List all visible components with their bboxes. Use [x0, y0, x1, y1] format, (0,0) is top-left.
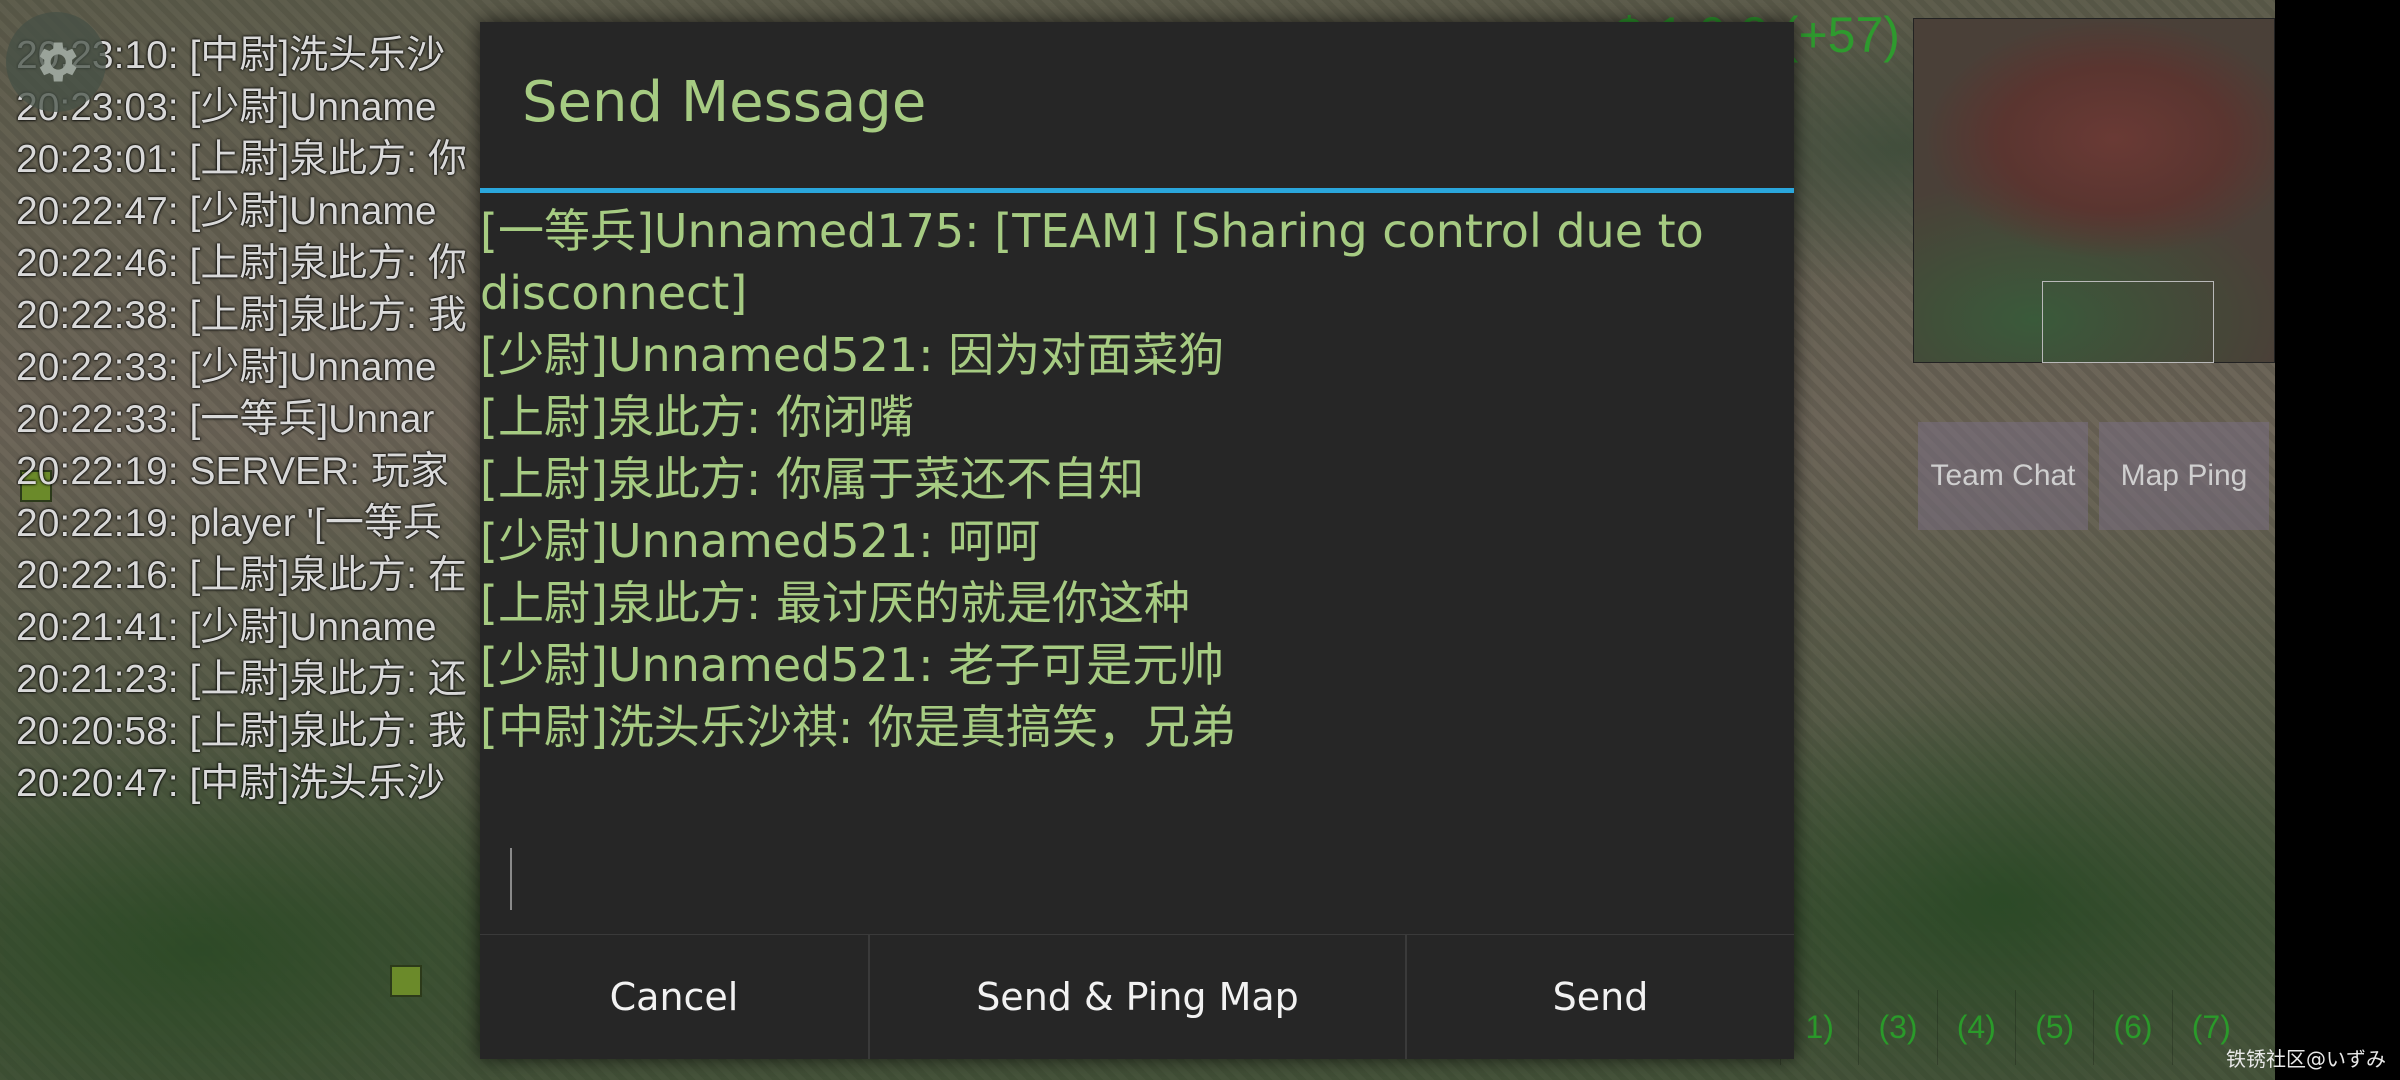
text-caret: [510, 848, 512, 910]
title-divider: [480, 188, 1794, 193]
chat-log-line: 20:20:47: [中尉]洗头乐沙: [16, 762, 446, 805]
dialog-button-bar: Cancel Send & Ping Map Send: [480, 934, 1794, 1059]
chat-log-line: 20:21:23: [上尉]泉此方: 还: [16, 658, 467, 701]
chat-log-line: 20:22:47: [少尉]Unname: [16, 190, 437, 233]
control-group-button[interactable]: (5): [2014, 990, 2093, 1065]
chat-log-line: 20:22:16: [上尉]泉此方: 在: [16, 554, 467, 597]
chat-log-line: 20:22:38: [上尉]泉此方: 我: [16, 294, 467, 337]
chat-log-line: 20:23:01: [上尉]泉此方: 你: [16, 138, 467, 181]
minimap-viewport[interactable]: [2042, 281, 2214, 363]
chat-log-line: 20:22:19: player '[一等兵: [16, 502, 442, 545]
watermark: 铁锈社区@いずみ: [2226, 1047, 2386, 1071]
message-item: [一等兵]Unnamed175: [TEAM] [Sharing control…: [480, 204, 1719, 320]
cancel-button[interactable]: Cancel: [480, 935, 868, 1059]
chat-log-line: 20:21:41: [少尉]Unname: [16, 606, 437, 649]
chat-log-line: 20:22:33: [少尉]Unname: [16, 346, 437, 389]
message-item: [少尉]Unnamed521: 老子可是元帅: [480, 638, 1225, 692]
send-button[interactable]: Send: [1407, 935, 1794, 1059]
settings-button[interactable]: [6, 12, 106, 112]
control-group-button[interactable]: (4): [1936, 990, 2015, 1065]
team-chat-button[interactable]: Team Chat: [1918, 422, 2088, 530]
message-item: [中尉]洗头乐沙祺: 你是真搞笑，兄弟: [480, 700, 1237, 754]
message-item: [少尉]Unnamed521: 呵呵: [480, 514, 1041, 568]
chat-log-line: 20:20:58: [上尉]泉此方: 我: [16, 710, 467, 753]
control-group-button[interactable]: (6): [2093, 990, 2171, 1065]
message-item: [上尉]泉此方: 你属于菜还不自知: [480, 452, 1145, 506]
unit-tank[interactable]: [390, 965, 422, 997]
control-group-button[interactable]: (3): [1858, 990, 1936, 1065]
gear-icon: [39, 42, 77, 82]
minimap[interactable]: [1913, 18, 2275, 363]
message-list[interactable]: [一等兵]Unnamed175: [TEAM] [Sharing control…: [480, 200, 1794, 840]
map-ping-button[interactable]: Map Ping: [2099, 422, 2269, 530]
message-item: [上尉]泉此方: 你闭嘴: [480, 390, 915, 444]
send-message-dialog: Send Message [一等兵]Unnamed175: [TEAM] [Sh…: [480, 22, 1794, 1059]
chat-log-line: 20:22:33: [一等兵]Unnar: [16, 398, 435, 441]
send-and-ping-map-button[interactable]: Send & Ping Map: [868, 935, 1407, 1059]
chat-log-line: 20:22:46: [上尉]泉此方: 你: [16, 242, 467, 285]
chat-log: 20:23:10: [中尉]洗头乐沙 20:23:03: [少尉]Unname 20…: [16, 30, 486, 810]
message-input[interactable]: [488, 840, 1782, 940]
control-groups: 1) (3) (4) (5) (6) (7): [1780, 990, 2250, 1065]
screen-edge-bar: [2275, 0, 2400, 1080]
dialog-title: Send Message: [522, 70, 927, 135]
message-item: [上尉]泉此方: 最讨厌的就是你这种: [480, 576, 1191, 630]
chat-log-line: 20:22:19: SERVER: 玩家: [16, 450, 449, 493]
message-item: [少尉]Unnamed521: 因为对面菜狗: [480, 328, 1225, 382]
